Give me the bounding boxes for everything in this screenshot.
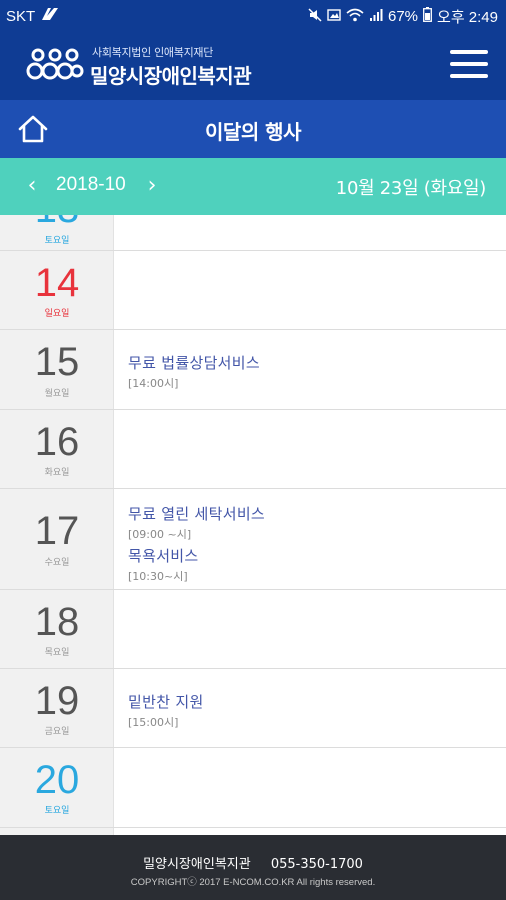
hamburger-menu-icon[interactable] xyxy=(450,50,488,80)
day-row[interactable]: 14 일요일 xyxy=(0,251,506,330)
day-weekday: 금요일 xyxy=(44,727,70,737)
app-header: 사회복지법인 인애복지재단 밀양시장애인복지관 xyxy=(0,30,506,100)
event-title[interactable]: 무료 법률상담서비스 xyxy=(128,352,260,373)
organization-name[interactable]: 밀양시장애인복지관 xyxy=(90,60,252,89)
footer-organization-name: 밀양시장애인복지관 xyxy=(143,857,251,872)
footer: 밀양시장애인복지관 055-350-1700 COPYRIGHTⓒ 2017 E… xyxy=(0,835,506,900)
event-title[interactable]: 목욕서비스 xyxy=(128,545,265,566)
battery-icon xyxy=(423,7,432,26)
today-date-label: 10월 23일 (화요일) xyxy=(335,178,487,199)
event-list: 무료 법률상담서비스 [14:00시] xyxy=(128,352,260,391)
event-title[interactable]: 밑반찬 지원 xyxy=(128,691,204,712)
event-time: [10:30~시] xyxy=(128,570,188,583)
day-weekday: 수요일 xyxy=(44,558,70,568)
next-month-button[interactable]: › xyxy=(142,172,162,200)
event-list: 밑반찬 지원 [15:00시] xyxy=(128,691,204,730)
status-bar: SKT 67% 오후 2:49 xyxy=(0,0,506,30)
battery-percent: 67% xyxy=(388,8,419,25)
day-weekday: 월요일 xyxy=(44,389,70,399)
carrier-logo-icon xyxy=(41,7,59,25)
event-time: [14:00시] xyxy=(128,377,179,390)
event-item[interactable]: 무료 법률상담서비스 [14:00시] xyxy=(128,352,260,391)
event-day-list[interactable]: 13 토요일 14 일요일 15 월요일 무료 법률상담서비스 [14:00시]… xyxy=(0,215,506,835)
day-number: 13 xyxy=(0,215,114,232)
current-month-label: 2018-10 xyxy=(56,174,126,195)
day-number: 18 xyxy=(34,600,80,644)
event-item[interactable]: 무료 열린 세탁서비스 [09:00 ~시] xyxy=(128,503,265,542)
organization-subtitle: 사회복지법인 인애복지재단 xyxy=(92,46,214,59)
day-number: 20 xyxy=(34,758,80,802)
carrier-label: SKT xyxy=(6,7,36,25)
event-time: [15:00시] xyxy=(128,716,179,729)
event-item[interactable]: 목욕서비스 [10:30~시] xyxy=(128,545,265,584)
day-row xyxy=(0,828,506,835)
day-number: 19 xyxy=(34,679,80,723)
day-row[interactable]: 20 토요일 xyxy=(0,748,506,828)
day-row[interactable]: 13 토요일 xyxy=(0,215,506,251)
event-title[interactable]: 무료 열린 세탁서비스 xyxy=(128,503,265,524)
event-list: 무료 열린 세탁서비스 [09:00 ~시] 목욕서비스 [10:30~시] xyxy=(128,503,265,584)
event-time: [09:00 ~시] xyxy=(128,528,192,541)
day-number: 17 xyxy=(34,509,80,553)
page-title: 이달의 행사 xyxy=(205,120,301,144)
day-weekday: 토요일 xyxy=(44,806,70,816)
wifi-icon xyxy=(346,8,364,26)
day-row[interactable]: 17 수요일 무료 열린 세탁서비스 [09:00 ~시] 목욕서비스 [10:… xyxy=(0,489,506,590)
day-row[interactable]: 19 금요일 밑반찬 지원 [15:00시] xyxy=(0,669,506,748)
footer-copyright: COPYRIGHTⓒ 2017 E-NCOM.CO.KR All rights … xyxy=(130,877,376,888)
day-weekday: 화요일 xyxy=(44,468,70,478)
day-number: 16 xyxy=(34,420,80,464)
footer-phone[interactable]: 055-350-1700 xyxy=(271,857,363,872)
organization-logo xyxy=(26,44,84,84)
day-weekday: 목요일 xyxy=(44,648,70,658)
day-row[interactable]: 18 목요일 xyxy=(0,590,506,669)
day-row[interactable]: 16 화요일 xyxy=(0,410,506,489)
month-navigation-bar: ‹ 2018-10 › 10월 23일 (화요일) xyxy=(0,158,506,215)
event-item[interactable]: 밑반찬 지원 [15:00시] xyxy=(128,691,204,730)
day-row[interactable]: 15 월요일 무료 법률상담서비스 [14:00시] xyxy=(0,330,506,410)
day-weekday: 일요일 xyxy=(44,309,70,319)
signal-icon xyxy=(369,8,383,26)
day-number: 15 xyxy=(34,340,80,384)
day-weekday: 토요일 xyxy=(44,236,70,246)
mute-icon xyxy=(308,7,322,26)
clock: 오후 2:49 xyxy=(437,9,498,26)
image-icon xyxy=(327,8,341,26)
day-number: 14 xyxy=(34,261,80,305)
previous-month-button[interactable]: ‹ xyxy=(22,172,42,200)
title-bar: 이달의 행사 xyxy=(0,100,506,158)
